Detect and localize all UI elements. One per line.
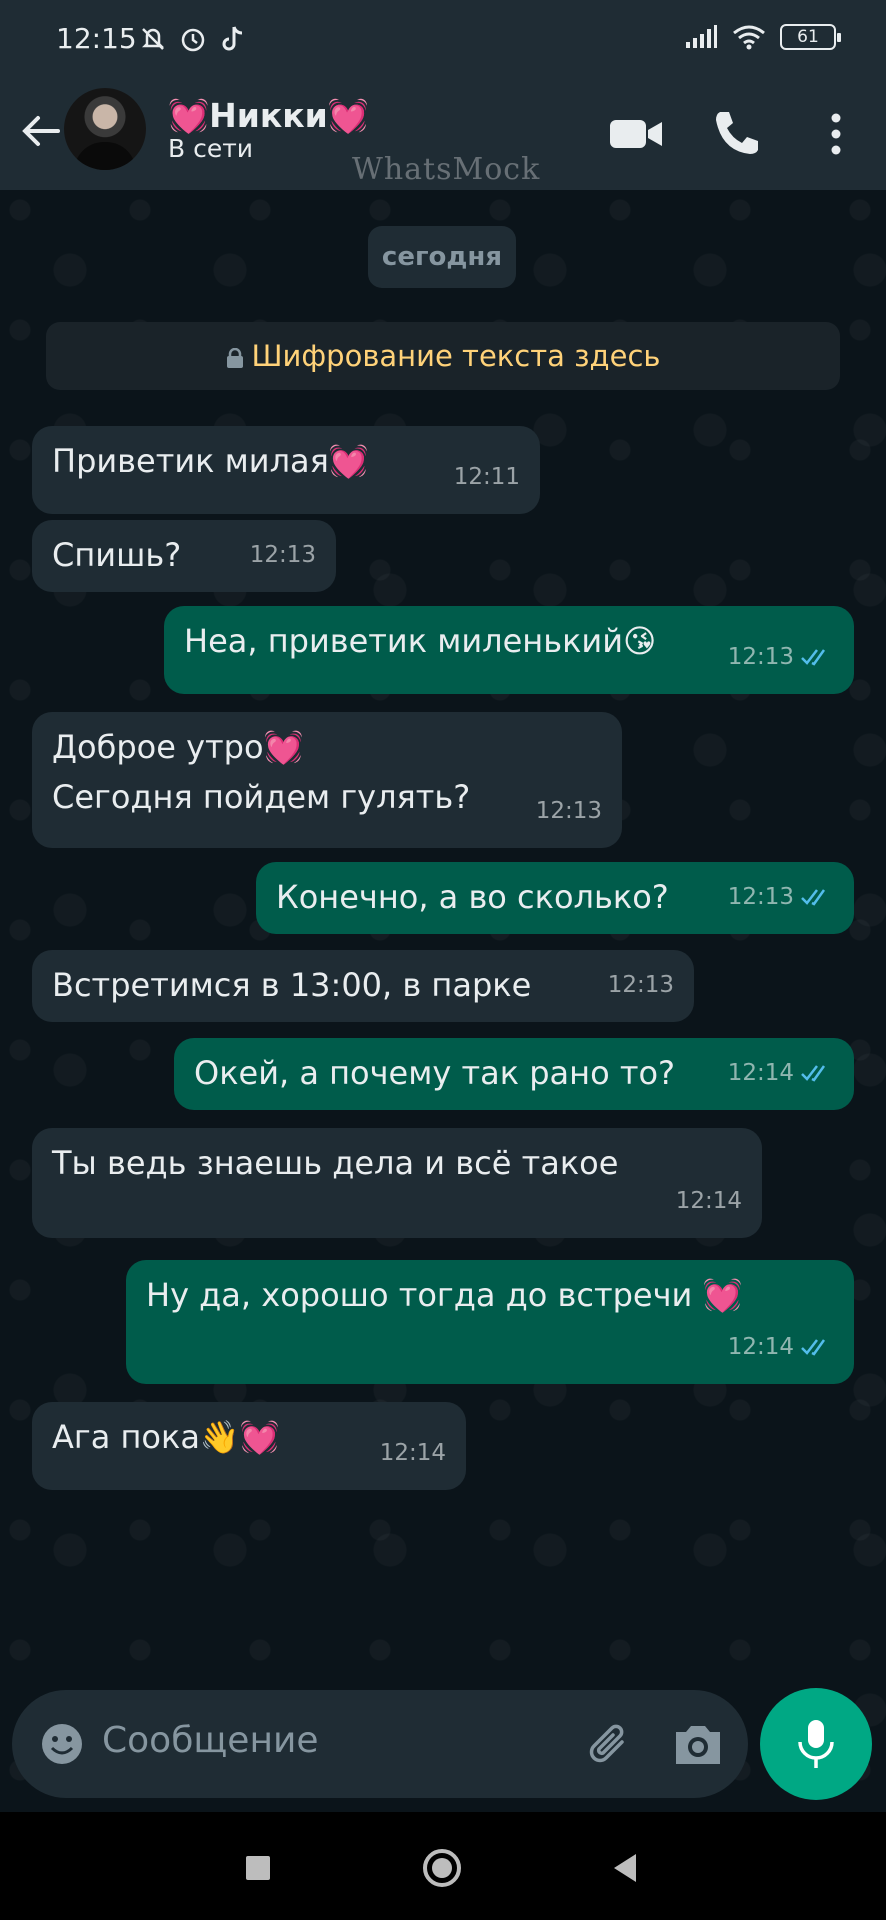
- system-nav-bar: [0, 1812, 886, 1920]
- battery-icon: 61: [780, 24, 841, 50]
- message-outgoing[interactable]: Ну да, хорошо тогда до встречи 💓 12:14: [126, 1260, 854, 1384]
- mute-icon: [141, 28, 165, 50]
- message-time: 12:13: [607, 972, 674, 998]
- signal-icon: [686, 25, 717, 48]
- message-text: Неа, приветик миленький: [184, 622, 623, 660]
- back-arrow-icon[interactable]: [18, 108, 64, 154]
- message-input[interactable]: Сообщение: [102, 1720, 319, 1761]
- recents-icon[interactable]: [236, 1846, 280, 1890]
- voice-call-icon[interactable]: [706, 104, 766, 164]
- message-outgoing[interactable]: Окей, а почему так рано то? 12:14: [174, 1038, 854, 1110]
- heart-emoji: 💓: [702, 1276, 743, 1314]
- wave-heart-emoji: 👋💓: [199, 1418, 280, 1456]
- heart-emoji: 💓: [328, 442, 369, 480]
- home-icon[interactable]: [420, 1846, 464, 1890]
- message-incoming[interactable]: Спишь? 12:13: [32, 520, 336, 592]
- message-line-2: Сегодня пойдем гулять?: [52, 778, 471, 816]
- message-outgoing[interactable]: Конечно, а во сколько? 12:13: [256, 862, 854, 934]
- message-time: 12:13: [727, 884, 794, 910]
- message-incoming[interactable]: Доброе утро💓 Сегодня пойдем гулять? 12:1…: [32, 712, 622, 848]
- message-text: Встретимся в 13:00, в парке: [52, 966, 532, 1004]
- video-call-icon[interactable]: [606, 104, 666, 164]
- message-incoming[interactable]: Ага пока👋💓 12:14: [32, 1402, 466, 1490]
- wifi-icon: [733, 25, 765, 50]
- message-text: Ага пока: [52, 1418, 200, 1456]
- more-vert-icon[interactable]: [812, 104, 872, 164]
- attach-icon[interactable]: [582, 1716, 638, 1772]
- message-line-1: Доброе утро: [52, 728, 264, 766]
- message-time: 12:14: [727, 1060, 794, 1086]
- mic-icon: [798, 1720, 834, 1768]
- contact-name[interactable]: 💓Никки💓: [168, 96, 369, 136]
- message-time: 12:11: [453, 464, 520, 490]
- status-bar: 12:15 61: [0, 0, 886, 82]
- encryption-text: Шифрование текста здесь: [251, 339, 661, 373]
- read-receipt-icon: [801, 889, 826, 906]
- back-icon[interactable]: [604, 1846, 648, 1890]
- message-text: Приветик милая: [52, 442, 329, 480]
- read-receipt-icon: [801, 1339, 826, 1356]
- message-text: Ты ведь знаешь дела и всё такое: [52, 1144, 619, 1182]
- message-outgoing[interactable]: Неа, приветик миленький😘 12:13: [164, 606, 854, 694]
- chat-area[interactable]: сегодня Шифрование текста здесь Приветик…: [0, 190, 886, 1812]
- encryption-note[interactable]: Шифрование текста здесь: [46, 322, 840, 390]
- read-receipt-icon: [801, 1065, 826, 1082]
- emoji-icon[interactable]: [38, 1720, 86, 1768]
- tiktok-icon: [222, 26, 243, 51]
- mic-button[interactable]: [760, 1688, 872, 1800]
- message-composer[interactable]: Сообщение: [12, 1690, 748, 1798]
- kiss-emoji: 😘: [623, 622, 657, 660]
- message-time: 12:14: [727, 1334, 794, 1360]
- camera-icon[interactable]: [670, 1718, 726, 1770]
- message-incoming[interactable]: Ты ведь знаешь дела и всё такое 12:14: [32, 1128, 762, 1238]
- contact-status: В сети: [168, 134, 254, 163]
- watermark: WhatsMock: [352, 152, 541, 187]
- avatar[interactable]: [64, 88, 146, 170]
- date-divider: сегодня: [368, 226, 516, 288]
- message-time: 12:13: [249, 542, 316, 568]
- alarm-icon: [181, 28, 205, 52]
- message-incoming[interactable]: Встретимся в 13:00, в парке 12:13: [32, 950, 694, 1022]
- message-time: 12:14: [675, 1188, 742, 1214]
- heart-emoji: 💓: [263, 728, 304, 766]
- message-time: 12:13: [727, 644, 794, 670]
- lock-icon: [226, 348, 243, 368]
- message-time: 12:13: [535, 798, 602, 824]
- message-time: 12:14: [379, 1440, 446, 1466]
- message-text: Ну да, хорошо тогда до встречи: [146, 1276, 703, 1314]
- message-incoming[interactable]: Приветик милая💓 12:11: [32, 426, 540, 514]
- read-receipt-icon: [801, 649, 826, 666]
- status-time: 12:15: [56, 22, 137, 55]
